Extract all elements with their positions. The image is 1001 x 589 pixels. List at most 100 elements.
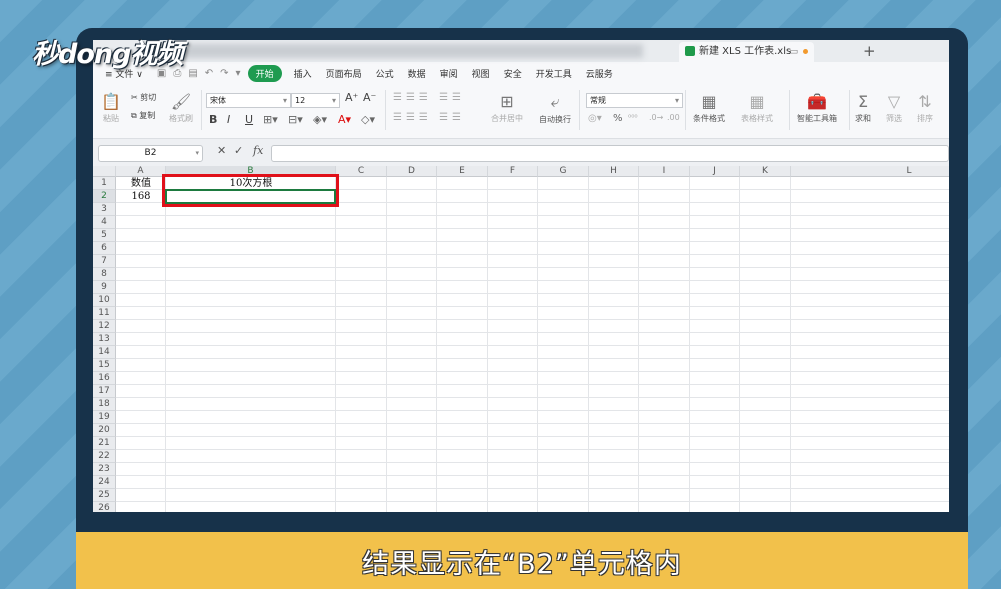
row-header-26[interactable]: 26 bbox=[93, 502, 116, 512]
menu-view[interactable]: 视图 bbox=[472, 67, 490, 80]
cancel-icon[interactable]: ✕ bbox=[217, 144, 226, 157]
fx-icon[interactable]: fx bbox=[253, 144, 263, 157]
smart-toolbox-button[interactable]: 🧰 智能工具箱 bbox=[797, 92, 837, 124]
row-header-1[interactable]: 1 bbox=[93, 177, 116, 190]
increase-decimal-icon[interactable]: .0→ bbox=[649, 113, 663, 122]
row-header-24[interactable]: 24 bbox=[93, 476, 116, 489]
row-header-4[interactable]: 4 bbox=[93, 216, 116, 229]
column-header-G[interactable]: G bbox=[538, 166, 589, 177]
redo-icon[interactable]: ↷ bbox=[220, 68, 228, 79]
menu-start[interactable]: 开始 bbox=[247, 64, 282, 82]
row-header-19[interactable]: 19 bbox=[93, 411, 116, 424]
menu-page-layout[interactable]: 页面布局 bbox=[326, 67, 362, 80]
column-header-J[interactable]: J bbox=[690, 166, 740, 177]
border-icon[interactable]: ⊞▾ bbox=[263, 113, 278, 126]
bold-button[interactable]: B bbox=[209, 113, 217, 126]
percent-button[interactable]: % bbox=[613, 113, 623, 124]
row-header-23[interactable]: 23 bbox=[93, 463, 116, 476]
number-format-select[interactable]: 常规 ▾ bbox=[586, 93, 683, 108]
conditional-format-button[interactable]: ▦ 条件格式 bbox=[693, 92, 725, 124]
row-header-10[interactable]: 10 bbox=[93, 294, 116, 307]
sum-button[interactable]: Σ 求和 bbox=[855, 92, 871, 124]
sort-button[interactable]: ⇅ 排序 bbox=[917, 92, 933, 124]
align-top-icons[interactable]: ☰☰☰ ☰☰ bbox=[393, 92, 465, 103]
row-header-9[interactable]: 9 bbox=[93, 281, 116, 294]
new-tab-button[interactable]: + bbox=[863, 40, 876, 62]
menu-data[interactable]: 数据 bbox=[408, 67, 426, 80]
thousands-icon[interactable]: ⁰⁰⁰ bbox=[628, 113, 638, 122]
document-tab[interactable]: 新建 XLS 工作表.xls ▭ bbox=[679, 42, 814, 62]
formula-input[interactable] bbox=[271, 145, 949, 162]
conditional-format-icon: ▦ bbox=[701, 92, 717, 111]
row-header-6[interactable]: 6 bbox=[93, 242, 116, 255]
column-header-I[interactable]: I bbox=[639, 166, 690, 177]
row-header-3[interactable]: 3 bbox=[93, 203, 116, 216]
currency-icon[interactable]: ◎▾ bbox=[588, 113, 602, 124]
row-header-18[interactable]: 18 bbox=[93, 398, 116, 411]
row-header-11[interactable]: 11 bbox=[93, 307, 116, 320]
brush-icon: 🖌 bbox=[170, 92, 192, 111]
wrap-text-icon: ⤶ bbox=[550, 92, 560, 111]
font-color-icon[interactable]: A▾ bbox=[338, 113, 351, 126]
row-header-16[interactable]: 16 bbox=[93, 372, 116, 385]
font-name-select[interactable]: 宋体 ▾ bbox=[206, 93, 291, 108]
menu-cloud[interactable]: 云服务 bbox=[586, 67, 613, 80]
column-header-C[interactable]: C bbox=[336, 166, 387, 177]
font-size-select[interactable]: 12 ▾ bbox=[291, 93, 340, 108]
column-header-H[interactable]: H bbox=[589, 166, 639, 177]
italic-button[interactable]: I bbox=[227, 113, 230, 126]
undo-icon[interactable]: ↶ bbox=[205, 68, 213, 79]
row-header-12[interactable]: 12 bbox=[93, 320, 116, 333]
select-all-corner[interactable] bbox=[93, 166, 116, 177]
cut-button[interactable]: ✂ 剪切 bbox=[131, 92, 156, 103]
row-header-17[interactable]: 17 bbox=[93, 385, 116, 398]
table-style-button[interactable]: ▦ 表格样式 bbox=[741, 92, 773, 124]
menu-developer[interactable]: 开发工具 bbox=[536, 67, 572, 80]
cell-A2[interactable]: 168 bbox=[116, 190, 166, 203]
menu-formulas[interactable]: 公式 bbox=[376, 67, 394, 80]
menu-review[interactable]: 审阅 bbox=[440, 67, 458, 80]
column-header-A[interactable]: A bbox=[116, 166, 166, 177]
tab-controls[interactable]: ▭ bbox=[789, 42, 808, 62]
cell-A1[interactable]: 数值 bbox=[116, 177, 166, 190]
row-header-5[interactable]: 5 bbox=[93, 229, 116, 242]
confirm-icon[interactable]: ✓ bbox=[234, 144, 243, 157]
merge-center-button[interactable]: ⊞ 合并居中 bbox=[491, 92, 523, 124]
menu-insert[interactable]: 插入 bbox=[294, 67, 312, 80]
row-header-22[interactable]: 22 bbox=[93, 450, 116, 463]
merge-border-icon[interactable]: ⊟▾ bbox=[288, 113, 303, 126]
row-header-25[interactable]: 25 bbox=[93, 489, 116, 502]
shrink-font-button[interactable]: A⁻ bbox=[363, 91, 376, 104]
preview-icon[interactable]: ▤ bbox=[188, 68, 197, 79]
name-box[interactable]: B2 ▾ bbox=[98, 145, 203, 162]
grow-font-button[interactable]: A⁺ bbox=[345, 91, 358, 104]
menu-security[interactable]: 安全 bbox=[504, 67, 522, 80]
row-header-14[interactable]: 14 bbox=[93, 346, 116, 359]
blurred-tabs bbox=[163, 44, 643, 58]
underline-button[interactable]: U bbox=[245, 113, 253, 126]
column-header-D[interactable]: D bbox=[387, 166, 437, 177]
sheet-grid[interactable]: A B C D E F G H I J K L 1 2 3 4 5 6 7 8 9 10 11 12 13 14 15 16 17 18 1… bbox=[93, 166, 949, 512]
filter-button[interactable]: ▽ 筛选 bbox=[886, 92, 902, 124]
wrap-text-button[interactable]: ⤶ 自动换行 bbox=[539, 92, 571, 125]
column-header-K[interactable]: K bbox=[740, 166, 791, 177]
row-header-7[interactable]: 7 bbox=[93, 255, 116, 268]
row-header-2[interactable]: 2 bbox=[93, 190, 116, 203]
row-header-13[interactable]: 13 bbox=[93, 333, 116, 346]
paste-button[interactable]: 📋 粘贴 bbox=[101, 92, 121, 124]
row-header-8[interactable]: 8 bbox=[93, 268, 116, 281]
quick-access-dropdown-icon[interactable]: ▾ bbox=[236, 68, 241, 79]
row-header-15[interactable]: 15 bbox=[93, 359, 116, 372]
fill-color-icon[interactable]: ◈▾ bbox=[313, 113, 327, 126]
format-painter-button[interactable]: 🖌 格式刷 bbox=[169, 92, 193, 124]
decrease-decimal-icon[interactable]: .00 bbox=[667, 113, 680, 122]
column-header-E[interactable]: E bbox=[437, 166, 488, 177]
row-header-21[interactable]: 21 bbox=[93, 437, 116, 450]
row-header-20[interactable]: 20 bbox=[93, 424, 116, 437]
column-header-L[interactable]: L bbox=[791, 166, 949, 177]
column-header-F[interactable]: F bbox=[488, 166, 538, 177]
clear-icon[interactable]: ◇▾ bbox=[361, 113, 375, 126]
align-left-icons[interactable]: ☰☰☰ ☰☰ bbox=[393, 112, 465, 123]
gridline bbox=[116, 488, 949, 489]
copy-button[interactable]: ⧉ 复制 bbox=[131, 110, 155, 121]
